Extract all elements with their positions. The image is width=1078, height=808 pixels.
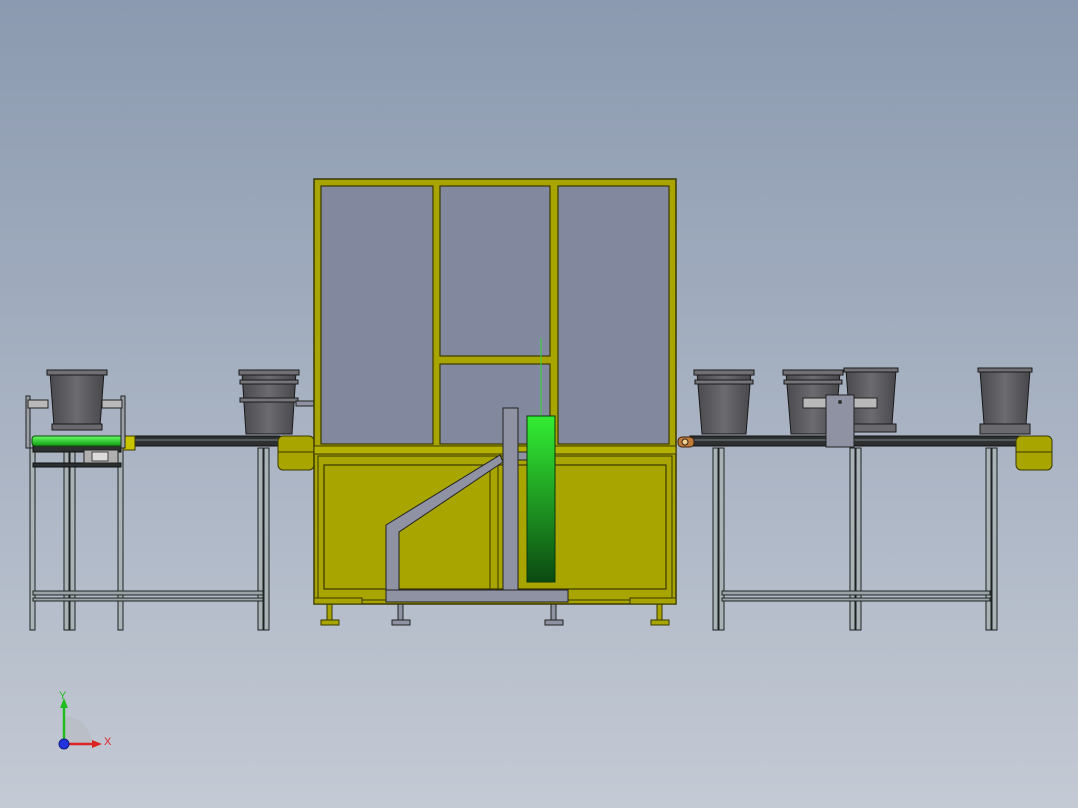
- machine-feet: [320, 603, 670, 626]
- bracket-feet: [391, 603, 564, 626]
- bucket: [693, 369, 755, 435]
- right-conveyor-rail: [689, 435, 1021, 447]
- axis-triad[interactable]: Y X: [58, 690, 112, 750]
- machine-drawing: Y X: [25, 178, 1053, 750]
- bucket: [238, 369, 300, 435]
- x-axis-label: X: [104, 736, 112, 748]
- bucket: [977, 367, 1033, 435]
- left-conveyor-legs: [29, 447, 270, 631]
- z-axis-dot: [58, 738, 70, 750]
- pusher-arm: [295, 400, 315, 407]
- glass-panel-right: [557, 185, 670, 445]
- right-conveyor: [677, 435, 1053, 631]
- glass-panels: [320, 185, 670, 445]
- green-lift-column: [526, 415, 556, 583]
- left-conveyor-rail: [124, 435, 281, 447]
- main-machine: [313, 178, 677, 626]
- cad-viewport[interactable]: Y X: [0, 0, 1078, 808]
- lower-cabinet: [317, 455, 673, 601]
- glass-panel-left: [320, 185, 434, 445]
- right-conveyor-drive: [1015, 435, 1053, 471]
- left-green-roller: [31, 435, 125, 447]
- y-axis-label: Y: [59, 690, 67, 702]
- left-conveyor-drive: [277, 435, 315, 471]
- axis-plane-indicator: [64, 716, 92, 744]
- machine-mid-rail: [313, 445, 677, 455]
- glass-panel-center-top: [439, 185, 551, 357]
- bucket: [46, 369, 108, 431]
- right-conveyor-legs: [712, 447, 998, 631]
